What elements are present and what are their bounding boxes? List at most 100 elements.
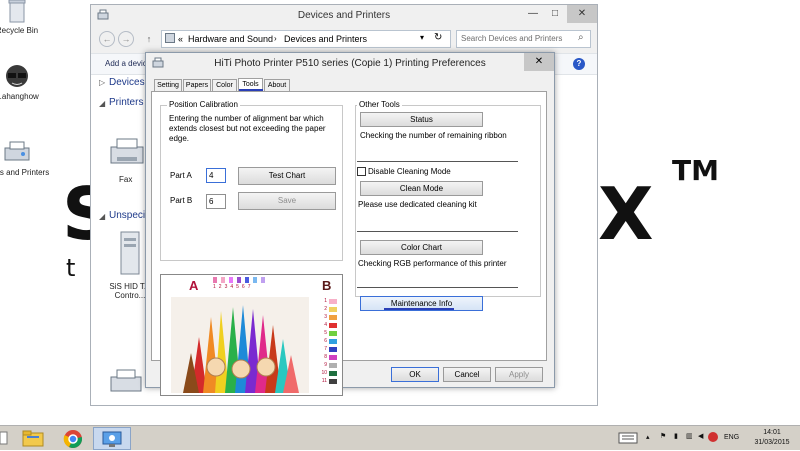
scale-number: 8	[324, 354, 327, 360]
desktop-icon-label: ...ces and Printers	[0, 168, 50, 177]
address-dropdown-icon[interactable]: ▾	[420, 33, 424, 42]
language-indicator[interactable]: ENG	[724, 434, 739, 441]
show-hidden-icons[interactable]: ▴	[646, 433, 650, 441]
action-center-flag-icon[interactable]: ⚑	[660, 432, 666, 440]
location-icon	[165, 33, 175, 43]
desktop-icon-label: Recycle Bin	[0, 26, 39, 35]
dialog-close-button[interactable]: ✕	[524, 53, 554, 71]
minimize-button[interactable]: —	[521, 5, 545, 23]
refresh-icon[interactable]: ↻	[434, 32, 442, 43]
status-description: Checking the number of remaining ribbon	[360, 131, 507, 140]
chrome-icon	[63, 429, 83, 449]
tab-about[interactable]: About	[264, 79, 290, 91]
breadcrumb-devices-printers[interactable]: Devices and Printers	[284, 34, 367, 44]
position-calibration-legend: Position Calibration	[167, 100, 240, 109]
scale-number: 6	[324, 338, 327, 344]
back-button[interactable]: ←	[99, 31, 115, 47]
scale-number: 11	[321, 378, 327, 384]
desktop-icon-devices-printers[interactable]: ...ces and Printers	[0, 138, 52, 177]
group-unspecified[interactable]: Unspecif	[109, 210, 148, 221]
clock[interactable]: 14:01 31/03/2015	[748, 428, 796, 448]
chrome-taskbar-button[interactable]	[54, 427, 92, 450]
search-icon[interactable]: ⌕	[578, 32, 584, 43]
hid-device-icon	[117, 230, 143, 276]
group-printers[interactable]: Printers	[109, 97, 143, 108]
status-printer-icon	[109, 367, 143, 395]
battery-icon[interactable]: ▮	[674, 432, 678, 440]
other-tools-legend: Other Tools	[357, 100, 402, 109]
close-button[interactable]: ✕	[567, 5, 597, 23]
part-b-input[interactable]: 6	[206, 194, 226, 209]
disable-cleaning-checkbox[interactable]	[357, 167, 366, 176]
file-explorer-taskbar-button[interactable]	[14, 427, 52, 450]
wallpaper-letter-t: t	[66, 254, 76, 282]
clock-time: 14:01	[763, 429, 781, 436]
calibration-chart: A B 1234567 1 2 3 4 5 6 7 8 9 10 11	[160, 274, 343, 396]
desktop-icon-recycle-bin[interactable]: Recycle Bin	[0, 0, 52, 35]
save-button[interactable]: Save	[238, 192, 336, 210]
printing-preferences-dialog: HiTi Photo Printer P510 series (Copie 1)…	[145, 52, 555, 396]
start-button[interactable]	[0, 428, 8, 448]
test-chart-button[interactable]: Test Chart	[238, 167, 336, 185]
navigation-bar: ← → ↑ « Hardware and Sound › Devices and…	[91, 27, 597, 53]
tab-color[interactable]: Color	[212, 79, 237, 91]
apply-button[interactable]: Apply	[495, 367, 543, 382]
divider	[357, 231, 518, 232]
volume-icon[interactable]: ◀	[698, 432, 703, 440]
group-unspecified-toggle-icon[interactable]: ◢	[99, 212, 105, 221]
error-tray-icon[interactable]	[708, 432, 718, 442]
divider	[357, 287, 518, 288]
clock-date: 31/03/2015	[754, 439, 790, 446]
dialog-titlebar[interactable]: HiTi Photo Printer P510 series (Copie 1)…	[146, 53, 554, 73]
scale-number: 4	[324, 322, 327, 328]
divider	[357, 161, 518, 162]
chart-label-b: B	[322, 278, 332, 293]
up-button[interactable]: ↑	[143, 31, 155, 47]
forward-button[interactable]: →	[118, 31, 134, 47]
group-devices[interactable]: Devices	[109, 77, 145, 88]
color-chart-description: Checking RGB performance of this printer	[358, 259, 507, 268]
tools-panel: Position Calibration Entering the number…	[151, 91, 547, 396]
tab-papers[interactable]: Papers	[183, 79, 211, 91]
maintenance-focus-underline	[384, 308, 454, 310]
chart-label-a: A	[189, 278, 199, 293]
recycle-bin-icon	[6, 0, 28, 24]
breadcrumb-overflow[interactable]: «	[178, 34, 183, 44]
address-bar[interactable]: « Hardware and Sound › Devices and Print…	[161, 30, 451, 48]
tab-setting[interactable]: Setting	[154, 79, 182, 91]
help-icon[interactable]: ?	[573, 58, 585, 70]
part-b-label: Part B	[170, 196, 193, 205]
disable-cleaning-label[interactable]: Disable Cleaning Mode	[368, 167, 451, 177]
scale-numbers-top: 1234567	[213, 284, 253, 290]
folder-icon	[22, 430, 44, 447]
scale-number: 3	[324, 314, 327, 320]
desktop-icon-user[interactable]: ...ahanghow	[0, 64, 52, 101]
cancel-button[interactable]: Cancel	[443, 367, 491, 382]
scale-number: 2	[324, 306, 327, 312]
maximize-button[interactable]: □	[543, 5, 567, 23]
group-printers-toggle-icon[interactable]: ◢	[99, 99, 105, 108]
color-chart-button[interactable]: Color Chart	[360, 240, 483, 255]
wallpaper-tm: TM	[672, 154, 719, 187]
control-panel-icon	[101, 430, 123, 448]
avatar-icon	[4, 64, 30, 90]
breadcrumb-hardware-sound[interactable]: Hardware and Sound	[188, 34, 273, 44]
scale-number: 9	[324, 362, 327, 368]
network-icon[interactable]: ▥	[686, 432, 693, 440]
dialog-title: HiTi Photo Printer P510 series (Copie 1)…	[214, 58, 486, 69]
ok-button[interactable]: OK	[391, 367, 439, 382]
group-devices-toggle-icon[interactable]: ▷	[99, 78, 105, 87]
clean-mode-button[interactable]: Clean Mode	[360, 181, 483, 196]
scale-numbers-right: 1 2 3 4 5 6 7 8 9 10 11	[317, 297, 327, 385]
status-button[interactable]: Status	[360, 112, 483, 127]
crayons-photo	[171, 297, 309, 393]
keyboard-icon[interactable]	[618, 432, 638, 444]
control-panel-taskbar-button[interactable]	[93, 427, 131, 450]
desktop-icon-label: ...ahanghow	[0, 92, 39, 101]
part-a-input[interactable]: 4	[206, 168, 226, 183]
search-input[interactable]: Search Devices and Printers ⌕	[456, 30, 591, 48]
window-titlebar[interactable]: Devices and Printers — □ ✕	[91, 5, 597, 27]
taskbar: ▴ ⚑ ▮ ▥ ◀ ENG 14:01 31/03/2015	[0, 425, 800, 450]
search-placeholder: Search Devices and Printers	[461, 34, 563, 43]
scale-number: 10	[321, 370, 327, 376]
